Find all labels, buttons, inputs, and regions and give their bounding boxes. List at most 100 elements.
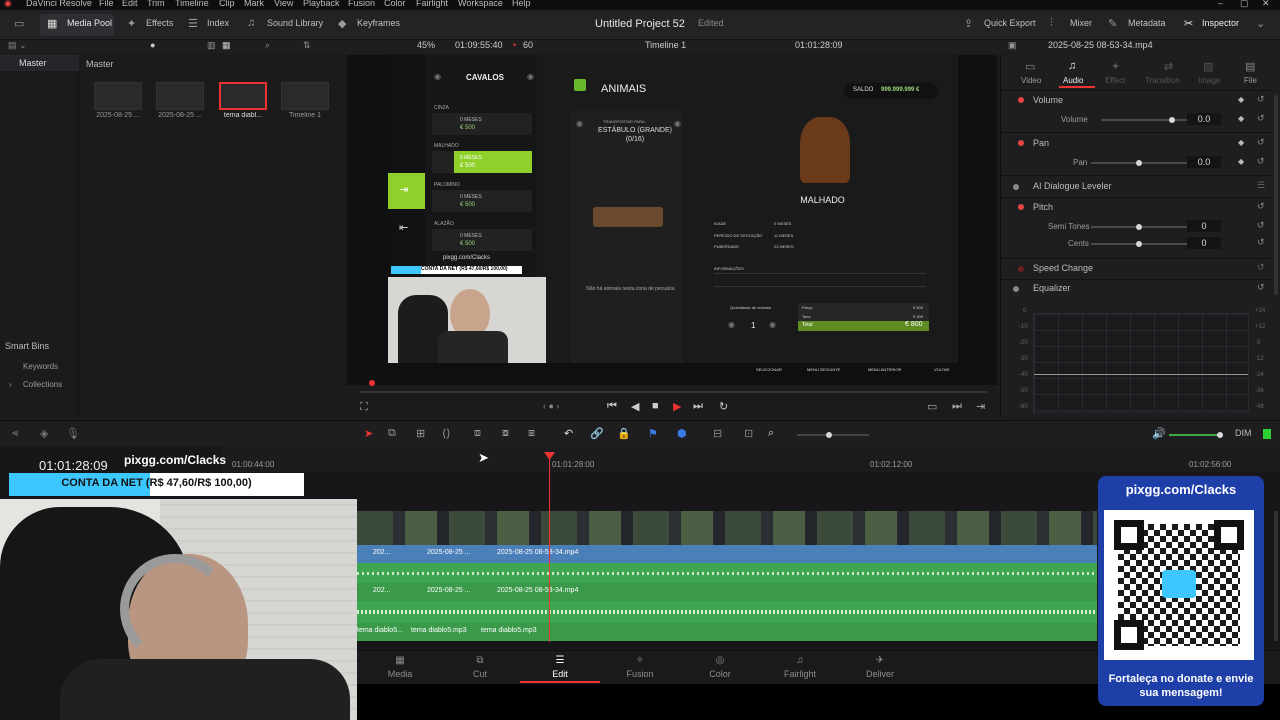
pan-slider[interactable] bbox=[1091, 160, 1187, 166]
keyframes-button[interactable]: Keyframes bbox=[357, 18, 400, 28]
video-clip-bar[interactable]: 202... 2025-08-25 ... 2025-08-25 08-53-3… bbox=[357, 545, 1097, 563]
view-toggle-icon[interactable]: ▤ ⌄ bbox=[8, 40, 27, 51]
play-icon[interactable]: ▶ bbox=[673, 400, 681, 413]
scrub-bar[interactable] bbox=[359, 391, 987, 393]
lock-icon[interactable]: 🔒 bbox=[617, 427, 631, 440]
overwrite-clip-icon[interactable]: ⧇ bbox=[502, 427, 509, 440]
sort-icon[interactable]: ⇅ bbox=[303, 40, 311, 51]
pan-knob[interactable] bbox=[1136, 160, 1142, 166]
semi-tones-value[interactable]: 0 bbox=[1187, 220, 1221, 232]
tab-file[interactable]: File bbox=[1244, 76, 1257, 85]
page-fusion[interactable]: ✧ Fusion bbox=[600, 655, 680, 679]
sound-library-button[interactable]: Sound Library bbox=[267, 18, 323, 28]
video-clip-3[interactable]: 2025-08-25 08-53-34.mp4 bbox=[497, 549, 578, 556]
menu-timeline[interactable]: Timeline bbox=[175, 0, 209, 8]
go-to-start-icon[interactable]: ⏮ bbox=[607, 400, 617, 413]
blade-tool-icon[interactable]: ⟨⟩ bbox=[442, 427, 451, 440]
pan-value[interactable]: 0.0 bbox=[1187, 156, 1221, 168]
audio2-clip-1[interactable]: tema diablo5... bbox=[357, 627, 403, 634]
page-media[interactable]: ▦ Media bbox=[360, 655, 440, 679]
page-color[interactable]: ◎ Color bbox=[680, 655, 760, 679]
reset-icon[interactable]: ↺ bbox=[1257, 113, 1265, 124]
mic-icon[interactable]: 🎙 bbox=[66, 427, 80, 440]
menu-file[interactable]: File bbox=[99, 0, 114, 8]
menu-fairlight[interactable]: Fairlight bbox=[416, 0, 448, 8]
video-track[interactable] bbox=[357, 511, 1097, 545]
tab-video[interactable]: Video bbox=[1021, 76, 1041, 85]
playhead-line[interactable] bbox=[549, 454, 550, 642]
speed-change-enable-icon[interactable] bbox=[1018, 266, 1024, 272]
page-fairlight[interactable]: ♫ Fairlight bbox=[760, 655, 840, 679]
timeline-name[interactable]: Timeline 1 bbox=[645, 40, 686, 50]
audio1-clip-3[interactable]: 2025-08-25 08-53-34.mp4 bbox=[497, 587, 578, 594]
semi-tones-slider[interactable] bbox=[1091, 224, 1187, 230]
keyframe-icon[interactable]: ◆ bbox=[1238, 114, 1244, 123]
inspector-scrollbar[interactable] bbox=[1274, 95, 1278, 295]
menu-workspace[interactable]: Workspace bbox=[458, 0, 503, 8]
zoom-detail-icon[interactable]: ⊡ bbox=[744, 427, 753, 440]
menu-help[interactable]: Help bbox=[512, 0, 531, 8]
audio-waveform-1[interactable] bbox=[357, 563, 1097, 583]
audio2-clip-2[interactable]: tema diablo5.mp3 bbox=[411, 627, 467, 634]
close-icon[interactable]: ✕ bbox=[1262, 0, 1270, 9]
metadata-button[interactable]: Metadata bbox=[1128, 18, 1166, 28]
reset-icon[interactable]: ↺ bbox=[1257, 262, 1265, 273]
volume-knob[interactable] bbox=[1169, 117, 1176, 123]
page-deliver[interactable]: ✈ Deliver bbox=[840, 655, 920, 679]
monitor-volume-knob[interactable] bbox=[1217, 432, 1223, 438]
audio-track-2[interactable]: tema diablo5... tema diablo5.mp3 tema di… bbox=[357, 623, 1097, 641]
clip-thumb-2[interactable] bbox=[156, 82, 204, 110]
mixer-button[interactable]: Mixer bbox=[1070, 18, 1092, 28]
eq-graph[interactable] bbox=[1033, 313, 1249, 413]
cents-knob[interactable] bbox=[1136, 241, 1142, 247]
search-icon[interactable]: ⌕ bbox=[265, 40, 270, 51]
reset-icon[interactable]: ↺ bbox=[1257, 94, 1265, 105]
menu-fusion[interactable]: Fusion bbox=[348, 0, 375, 8]
snap-icon[interactable]: ◈ bbox=[40, 427, 48, 440]
tab-transition[interactable]: Transition bbox=[1145, 76, 1180, 85]
cents-slider[interactable] bbox=[1091, 241, 1187, 247]
bin-master[interactable]: Master bbox=[19, 58, 47, 68]
flag-icon[interactable]: ⚑ bbox=[648, 427, 658, 440]
audio-waveform-2[interactable] bbox=[357, 601, 1097, 623]
reset-icon[interactable]: ↺ bbox=[1257, 220, 1265, 231]
keyframe-icon[interactable]: ◆ bbox=[1238, 95, 1244, 104]
scrub-playhead[interactable] bbox=[369, 380, 375, 386]
zoom-knob[interactable] bbox=[826, 432, 832, 438]
quick-export-button[interactable]: Quick Export bbox=[984, 18, 1036, 28]
selection-tool-icon[interactable]: ➤ bbox=[364, 427, 373, 440]
marker-icon[interactable]: ⬢ bbox=[677, 427, 687, 440]
ai-leveler-enable-icon[interactable] bbox=[1013, 184, 1019, 190]
list-view-icon[interactable]: ▥ bbox=[207, 40, 216, 51]
zoom-slider[interactable] bbox=[797, 432, 869, 438]
audio-track-1[interactable]: 202... 2025-08-25 ... 2025-08-25 08-53-3… bbox=[357, 583, 1097, 601]
audio1-clip-1[interactable]: 202... bbox=[373, 587, 391, 594]
clip-thumb-3[interactable] bbox=[219, 82, 267, 110]
link-icon[interactable]: 🔗 bbox=[590, 427, 604, 440]
volume-enable-icon[interactable] bbox=[1018, 97, 1024, 103]
go-to-end-icon[interactable]: ⏭ bbox=[693, 400, 703, 413]
snapping-icon[interactable]: ↶ bbox=[564, 427, 573, 440]
timeline-scrollbar[interactable] bbox=[1274, 511, 1278, 641]
crop-icon[interactable]: ⛶ bbox=[360, 401, 368, 414]
clip-thumb-4[interactable] bbox=[281, 82, 329, 110]
index-button[interactable]: Index bbox=[207, 18, 229, 28]
semi-tones-knob[interactable] bbox=[1136, 224, 1142, 230]
viewer-zoom[interactable]: 45% bbox=[417, 40, 435, 50]
inspector-button[interactable]: Inspector bbox=[1202, 18, 1239, 28]
video-clip-2[interactable]: 2025-08-25 ... bbox=[427, 549, 471, 556]
match-frame-icon[interactable]: ▭ bbox=[927, 400, 937, 413]
reset-icon[interactable]: ↺ bbox=[1257, 137, 1265, 148]
expand-icon[interactable]: ⌄ bbox=[1256, 17, 1265, 30]
minimize-icon[interactable]: – bbox=[1218, 0, 1223, 8]
end-icon[interactable]: ⇥ bbox=[976, 400, 985, 413]
trim-tool-icon[interactable]: ⧉ bbox=[388, 427, 396, 440]
keyframe-icon[interactable]: ◆ bbox=[1238, 157, 1244, 166]
speaker-icon[interactable]: 🔊 bbox=[1152, 427, 1166, 440]
smart-bin-collections[interactable]: Collections bbox=[23, 380, 62, 389]
zoom-full-icon[interactable]: ⊟ bbox=[713, 427, 722, 440]
menu-playback[interactable]: Playback bbox=[303, 0, 340, 8]
clip-thumb-1[interactable] bbox=[94, 82, 142, 110]
menu-view[interactable]: View bbox=[274, 0, 293, 8]
media-pool-button[interactable]: Media Pool bbox=[67, 18, 112, 28]
